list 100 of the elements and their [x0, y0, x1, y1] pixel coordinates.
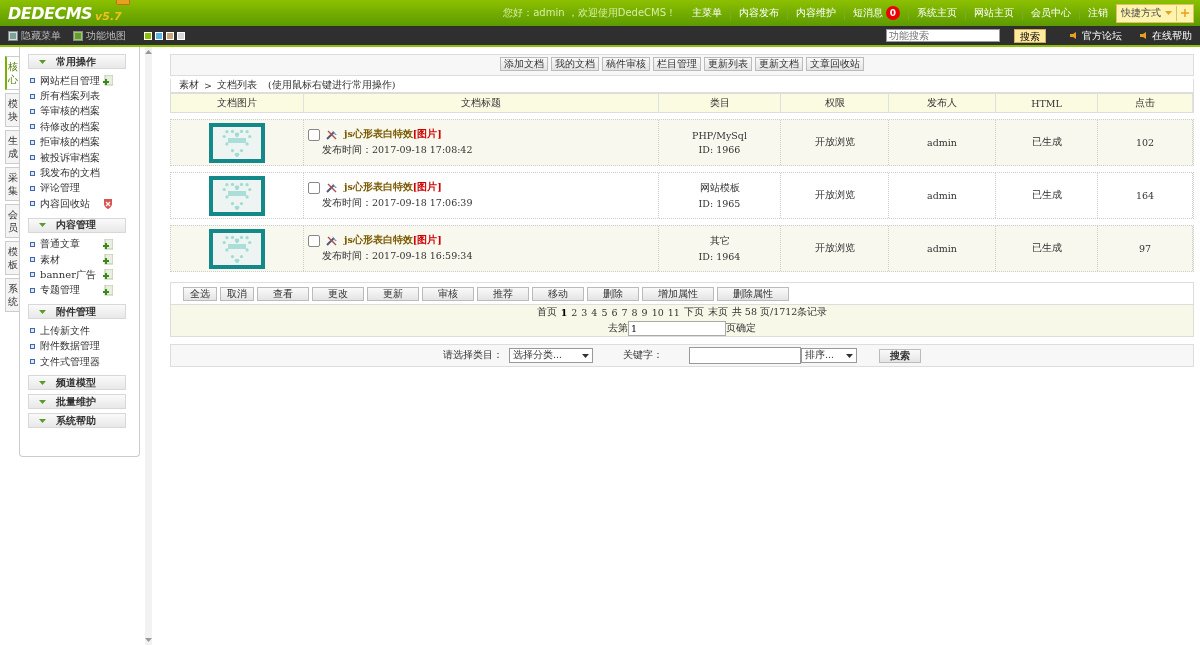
bulk-action-button[interactable]: 查看: [257, 286, 309, 301]
menu-link[interactable]: 素材: [40, 252, 98, 267]
action-button[interactable]: 栏目管理: [653, 57, 701, 71]
bulk-action-button[interactable]: 增加属性: [642, 286, 714, 301]
section-header[interactable]: 频道模型: [28, 375, 126, 391]
action-button[interactable]: 更新文档: [755, 57, 803, 71]
menu-link[interactable]: 等审核的档案: [40, 104, 98, 119]
bulk-action-button[interactable]: 取消: [220, 286, 254, 301]
row-checkbox[interactable]: [308, 181, 320, 194]
page-input[interactable]: 1: [628, 320, 726, 336]
theme-swatch-icon[interactable]: [155, 31, 163, 40]
toolbar-link[interactable]: 官方论坛: [1070, 28, 1122, 43]
page-link[interactable]: 4: [591, 306, 598, 318]
add-icon[interactable]: [103, 284, 113, 296]
page-link[interactable]: 9: [641, 306, 648, 318]
action-button[interactable]: 文章回收站: [806, 57, 864, 71]
page-link[interactable]: 末页: [707, 305, 728, 319]
shield-icon[interactable]: [103, 198, 113, 210]
column-header: 权限: [781, 94, 889, 112]
bulk-action-button[interactable]: 更新: [367, 286, 419, 301]
scroll-down-icon[interactable]: [145, 638, 152, 642]
menu-link[interactable]: 我发布的文档: [40, 166, 98, 181]
add-icon[interactable]: [103, 75, 113, 87]
page-link[interactable]: 3: [581, 306, 588, 318]
tools-icon[interactable]: [326, 235, 338, 246]
add-icon[interactable]: [103, 269, 113, 281]
row-checkbox[interactable]: [308, 128, 320, 141]
table-cell: 开放浏览: [814, 189, 855, 202]
menu-link[interactable]: 上传新文件: [40, 323, 98, 338]
add-icon[interactable]: [103, 238, 113, 250]
page-link[interactable]: 11: [667, 306, 680, 318]
breadcrumb-item: >: [204, 80, 212, 91]
page-link[interactable]: 8: [631, 306, 638, 318]
section-header[interactable]: 批量维护: [28, 394, 126, 410]
page-link[interactable]: 7: [621, 306, 628, 318]
keyword-field[interactable]: [689, 347, 801, 364]
tools-icon[interactable]: [326, 182, 338, 193]
goto-confirm-link[interactable]: 页确定: [726, 321, 756, 335]
add-icon[interactable]: [103, 254, 113, 266]
bulk-action-button[interactable]: 删除: [587, 286, 639, 301]
menu-link[interactable]: 文件式管理器: [40, 354, 98, 369]
toolbar-link[interactable]: 隐藏菜单: [8, 28, 61, 43]
page-link[interactable]: 5: [601, 306, 608, 318]
document-title[interactable]: js心形表白特效[图片]: [344, 128, 442, 141]
action-button[interactable]: 我的文档: [551, 57, 599, 71]
search-button[interactable]: 搜索: [1014, 28, 1046, 43]
bulk-action-button[interactable]: 移动: [532, 286, 584, 301]
toolbar-link[interactable]: 在线帮助: [1140, 28, 1192, 43]
page-link[interactable]: 1: [560, 306, 568, 318]
page-link[interactable]: 10: [651, 306, 664, 318]
page-link[interactable]: 2: [571, 306, 578, 318]
section-header[interactable]: 常用操作: [28, 54, 126, 69]
scrollbar[interactable]: [145, 47, 152, 645]
bulk-action-button[interactable]: 更改: [312, 286, 364, 301]
toolbar-link[interactable]: 功能地图: [73, 28, 126, 43]
quick-menu-button[interactable]: 快捷方式: [1116, 3, 1194, 23]
side-tab[interactable]: 模板: [5, 241, 19, 275]
menu-link[interactable]: banner广告: [40, 268, 98, 282]
menu-link[interactable]: 普通文章: [40, 237, 98, 252]
search-field[interactable]: 功能搜索: [886, 29, 1000, 42]
menu-link[interactable]: 拒审核的档案: [40, 135, 98, 150]
theme-swatch-icon[interactable]: [166, 31, 174, 40]
tools-icon[interactable]: [326, 129, 338, 140]
document-title[interactable]: js心形表白特效[图片]: [344, 234, 442, 247]
sort-select[interactable]: 排序...: [801, 348, 857, 363]
bulk-action-button[interactable]: 审核: [422, 286, 474, 301]
bulk-action-button[interactable]: 删除属性: [717, 286, 789, 301]
side-tab[interactable]: 核心: [5, 56, 19, 90]
menu-link[interactable]: 内容回收站: [40, 196, 98, 211]
row-checkbox[interactable]: [308, 234, 320, 247]
page-link[interactable]: 6: [611, 306, 618, 318]
side-tab[interactable]: 会员: [5, 204, 19, 238]
menu-link[interactable]: 被投诉审档案: [40, 150, 98, 165]
action-button[interactable]: 稿件审核: [602, 57, 650, 71]
bulk-action-button[interactable]: 推荐: [477, 286, 529, 301]
menu-link[interactable]: 待修改的档案: [40, 119, 98, 134]
document-title[interactable]: js心形表白特效[图片]: [344, 181, 442, 194]
menu-link[interactable]: 网站栏目管理: [40, 73, 98, 88]
theme-swatch-icon[interactable]: [177, 31, 185, 40]
section-header[interactable]: 附件管理: [28, 304, 126, 320]
theme-swatch-icon[interactable]: [144, 31, 152, 40]
menu-link[interactable]: 附件数据管理: [40, 339, 98, 354]
page-link[interactable]: 首页: [536, 305, 557, 319]
action-button[interactable]: 添加文档: [500, 57, 548, 71]
side-tab[interactable]: 采集: [5, 167, 19, 201]
side-tab[interactable]: 模块: [5, 93, 19, 127]
section-header[interactable]: 系统帮助: [28, 413, 126, 429]
menu-link[interactable]: 所有档案列表: [40, 89, 98, 104]
section-header[interactable]: 内容管理: [28, 217, 126, 233]
category-select[interactable]: 选择分类...: [509, 348, 593, 363]
menu-link[interactable]: 评论管理: [40, 181, 98, 196]
scroll-up-icon[interactable]: [145, 50, 152, 54]
search-button[interactable]: 搜索: [879, 348, 921, 363]
action-button[interactable]: 更新列表: [704, 57, 752, 71]
side-tab[interactable]: 生成: [5, 130, 19, 164]
side-tab[interactable]: 系统: [5, 278, 19, 312]
menu-link[interactable]: 专题管理: [40, 283, 98, 298]
bulk-action-button[interactable]: 全选: [183, 286, 217, 301]
page-link[interactable]: 下页: [683, 305, 704, 319]
id-text: ID: 1965: [698, 198, 741, 209]
